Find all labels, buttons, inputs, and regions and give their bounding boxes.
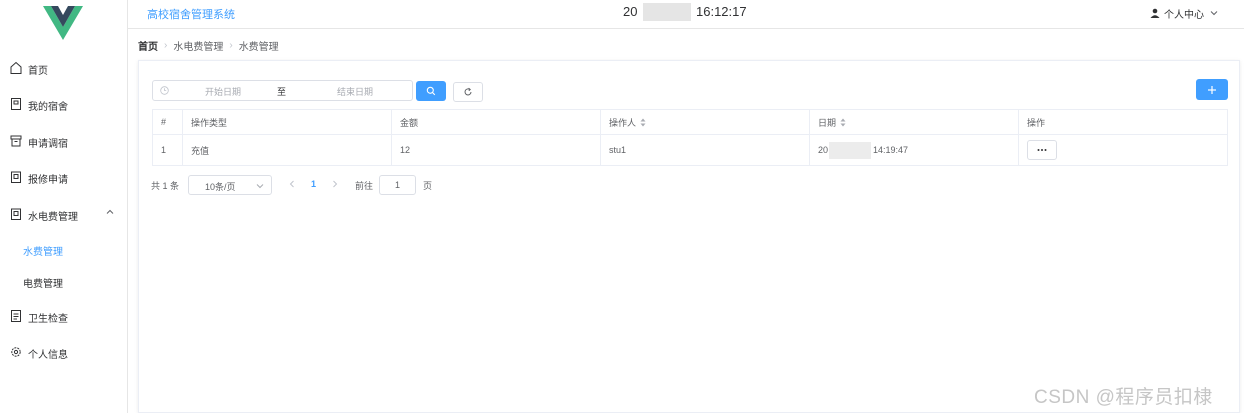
document-icon [11, 310, 21, 322]
search-button[interactable] [416, 81, 446, 101]
page-number-current[interactable]: 1 [311, 179, 316, 189]
sidebar-item-label: 我的宿舍 [28, 102, 68, 113]
cell-date-time: 14:19:47 [873, 145, 909, 155]
user-menu-label: 个人中心 [1164, 9, 1204, 21]
clipboard-icon [11, 171, 21, 183]
more-actions-button[interactable] [1027, 140, 1057, 160]
sidebar-item-hygiene[interactable]: 卫生检查 [0, 301, 127, 331]
sidebar-item-label: 水电费管理 [28, 212, 78, 223]
column-header-operator-label: 操作人 [609, 117, 637, 128]
cell-date: 20 14:19:47 [810, 135, 1019, 165]
goto-unit: 页 [423, 181, 433, 191]
page-size-value: 10条/页 [205, 182, 236, 192]
range-separator: 至 [277, 87, 287, 97]
box-icon [10, 135, 22, 147]
start-date-input[interactable]: 开始日期 [193, 85, 253, 98]
breadcrumb: 首页 › 水电费管理 › 水费管理 [138, 38, 279, 53]
sort-icon[interactable] [840, 118, 846, 127]
sidebar-item-repair[interactable]: 报修申请 [0, 162, 127, 192]
content-card: 开始日期 至 结束日期 # 操作类型 金额 操作人 日期 操作 1 充值 12 … [138, 60, 1240, 413]
column-header-actions: 操作 [1027, 117, 1046, 128]
clock-date-prefix: 20 [623, 4, 638, 19]
sidebar-item-my-dorm[interactable]: 我的宿舍 [0, 89, 127, 119]
chevron-down-icon [1210, 11, 1218, 16]
sidebar-item-label: 报修申请 [28, 175, 68, 186]
water-fee-table: # 操作类型 金额 操作人 日期 操作 1 充值 12 stu1 20 14:1… [152, 109, 1228, 166]
gear-icon [11, 347, 21, 357]
sidebar-item-utility[interactable]: 水电费管理 [0, 199, 127, 229]
chevron-up-icon [106, 209, 114, 214]
refresh-button[interactable] [453, 82, 483, 102]
sort-icon[interactable] [640, 118, 646, 127]
goto-page-input[interactable] [379, 175, 416, 195]
pagination: 共 1 条 10条/页 1 前往 页 [151, 175, 551, 195]
clock-redaction [643, 3, 691, 21]
end-date-input[interactable]: 结束日期 [325, 85, 385, 98]
cell-operator: stu1 [601, 135, 810, 165]
chevron-down-icon [256, 184, 264, 189]
sidebar-item-label: 水费管理 [23, 247, 63, 258]
cell-date-prefix: 20 [818, 145, 829, 155]
search-icon [426, 86, 436, 96]
column-header-date[interactable]: 日期 [810, 110, 1019, 134]
column-header-index: # [153, 110, 183, 134]
prev-page-icon[interactable] [288, 179, 296, 189]
more-icon [1037, 149, 1047, 151]
vue-logo [43, 6, 83, 40]
sidebar: 首页 我的宿舍 申请调宿 报修申请 水电费管理 水费管理 电费管理 卫生检查 个… [0, 0, 128, 413]
sidebar-item-label: 申请调宿 [28, 139, 68, 150]
breadcrumb-separator-icon: › [229, 40, 233, 51]
table-header-row: # 操作类型 金额 操作人 日期 操作 [153, 110, 1227, 135]
cell-amount: 12 [392, 135, 601, 165]
refresh-icon [464, 87, 472, 96]
column-header-date-label: 日期 [818, 117, 837, 128]
date-redaction [829, 141, 872, 159]
next-page-icon[interactable] [331, 179, 339, 189]
sidebar-item-home[interactable]: 首页 [0, 53, 127, 83]
sidebar-item-label: 个人信息 [28, 350, 68, 361]
breadcrumb-utility: 水电费管理 [173, 42, 224, 53]
sidebar-item-label: 首页 [28, 66, 48, 77]
sidebar-item-electric-fee[interactable]: 电费管理 [0, 266, 127, 296]
cell-type: 充值 [183, 135, 392, 165]
sidebar-item-label: 卫生检查 [28, 314, 68, 325]
sidebar-item-label: 电费管理 [23, 279, 63, 290]
clock-time: 16:12:17 [696, 4, 747, 19]
user-icon [1150, 8, 1160, 18]
pagination-total: 共 1 条 [151, 181, 180, 191]
breadcrumb-home[interactable]: 首页 [138, 38, 158, 53]
home-icon [10, 61, 22, 74]
watermark: CSDN @程序员扣棣 [1034, 387, 1213, 408]
breadcrumb-current: 水费管理 [238, 42, 279, 53]
sidebar-item-room-change[interactable]: 申请调宿 [0, 126, 127, 156]
column-header-operator[interactable]: 操作人 [601, 110, 810, 134]
breadcrumb-separator-icon: › [164, 40, 168, 51]
utility-icon [11, 208, 21, 220]
top-header: 高校宿舍管理系统 20 16:12:17 个人中心 [128, 0, 1244, 29]
add-button[interactable] [1196, 79, 1228, 100]
sidebar-item-profile[interactable]: 个人信息 [0, 337, 127, 367]
cell-actions [1019, 135, 1229, 165]
clock-icon [160, 86, 169, 95]
column-header-type: 操作类型 [183, 110, 392, 134]
sidebar-item-water-fee[interactable]: 水费管理 [0, 234, 127, 264]
app-title: 高校宿舍管理系统 [147, 9, 235, 21]
date-range-picker[interactable]: 开始日期 至 结束日期 [152, 80, 413, 101]
table-row: 1 充值 12 stu1 20 14:19:47 [153, 135, 1227, 166]
goto-label: 前往 [355, 181, 374, 191]
cell-index: 1 [153, 135, 183, 165]
page-size-select[interactable]: 10条/页 [188, 175, 272, 195]
plus-icon [1208, 85, 1216, 94]
column-header-amount: 金额 [392, 110, 601, 134]
building-icon [11, 98, 21, 110]
user-menu[interactable]: 个人中心 [1150, 6, 1218, 21]
